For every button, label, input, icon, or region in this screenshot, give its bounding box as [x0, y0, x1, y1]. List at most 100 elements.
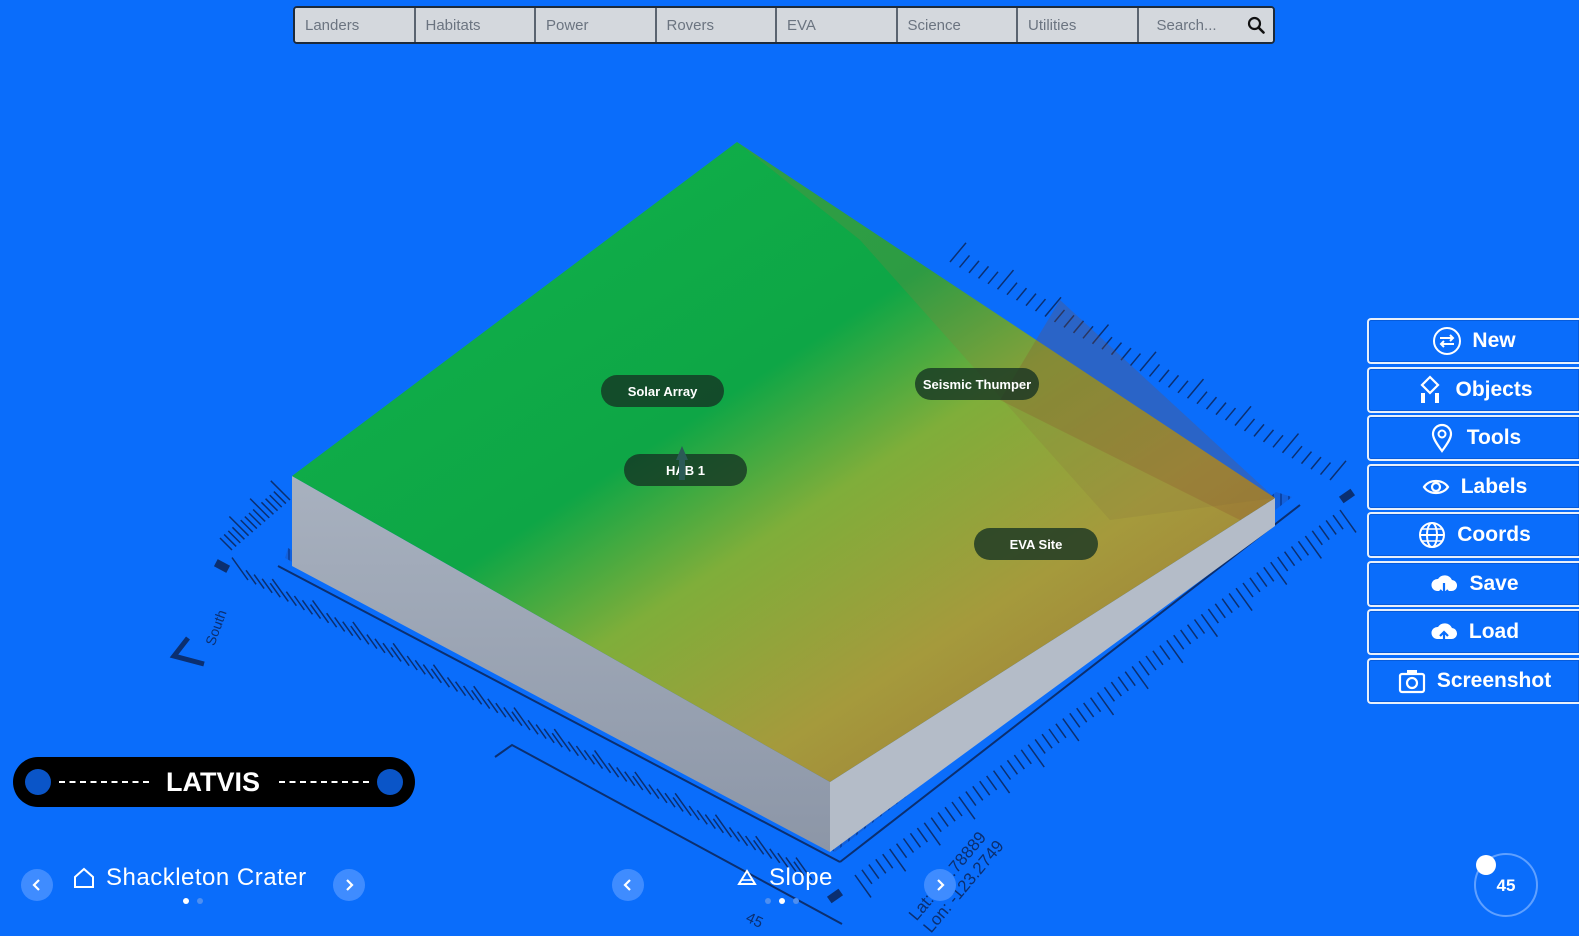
ruler-tick-east	[1318, 525, 1330, 541]
menu-rovers[interactable]: Rovers	[656, 8, 777, 42]
zoom-dial-handle[interactable]	[1476, 855, 1496, 875]
compass: South	[168, 608, 238, 683]
ruler-tick-east	[1076, 707, 1088, 723]
ruler-tick-south	[527, 719, 539, 735]
ruler-tick-south	[285, 591, 297, 607]
ruler-tick-east	[916, 827, 928, 843]
ruler-tick-east	[1228, 592, 1240, 608]
menu-power[interactable]: Power	[536, 8, 657, 42]
location-next-button[interactable]	[333, 869, 365, 901]
ruler-tick-south	[672, 796, 684, 812]
layer-prev-button[interactable]	[612, 869, 644, 901]
ruler-tick-east	[861, 869, 873, 885]
ruler-tick-south	[414, 659, 426, 675]
ruler-tick-east	[951, 801, 963, 817]
objects-button[interactable]: Objects	[1367, 366, 1579, 413]
tools-button[interactable]: Tools	[1367, 415, 1579, 461]
ruler-tick-south	[712, 818, 724, 834]
ruler-tick-south	[334, 616, 346, 632]
ruler-tick-south	[696, 809, 708, 825]
objects-label: Objects	[1455, 377, 1533, 401]
new-button[interactable]: New	[1367, 318, 1579, 364]
ruler-tick-east	[1249, 577, 1261, 593]
ruler-tick-south	[769, 848, 781, 864]
layer-dot-1[interactable]	[765, 898, 771, 904]
ruler-tick-south	[744, 835, 757, 851]
ruler-tick-east	[1083, 702, 1095, 718]
ruler-tick-south	[454, 681, 467, 697]
ruler-tick-south	[616, 766, 628, 782]
screenshot-button[interactable]: Screenshot	[1367, 657, 1579, 704]
layer-next-button[interactable]	[924, 869, 956, 901]
slope-icon	[737, 869, 757, 885]
location-dot-2[interactable]	[197, 898, 203, 904]
menu-landers[interactable]: Landers	[295, 8, 416, 42]
ruler-tick-east	[1006, 759, 1019, 775]
map-label-eva-site[interactable]: EVA Site	[974, 528, 1098, 560]
ruler-tick-east	[1180, 629, 1192, 645]
ruler-tick-east	[1034, 738, 1046, 754]
load-label: Load	[1468, 620, 1520, 643]
side-panel: New Objects Tools Labels Coords Save Loa…	[1367, 318, 1579, 706]
ruler-tick-north	[1215, 402, 1227, 416]
ruler-tick-east	[875, 858, 887, 874]
location-name: Shackleton Crater	[106, 864, 307, 891]
objects-icon	[1420, 374, 1441, 403]
search-icon[interactable]	[1247, 16, 1265, 34]
location-prev-button[interactable]	[21, 869, 53, 901]
ruler-tick-north	[1025, 293, 1037, 307]
ruler-tick-north	[977, 265, 990, 279]
ruler-tick-south	[269, 582, 281, 598]
compass-arrow-icon	[169, 636, 205, 667]
ruler-tick-north	[1177, 380, 1189, 394]
map-label-solar-array[interactable]: Solar Array	[601, 375, 724, 407]
ruler-tick-east	[1020, 749, 1032, 765]
swap-icon	[1433, 327, 1462, 355]
ruler-tick-east	[1332, 514, 1344, 530]
ruler-tick-east	[979, 780, 991, 796]
layer-dot-3[interactable]	[793, 898, 799, 904]
search-input[interactable]	[1156, 16, 1247, 34]
tools-label: Tools	[1466, 426, 1522, 449]
menu-eva[interactable]: EVA	[777, 8, 898, 42]
ruler-tick-south	[422, 664, 434, 680]
menu-science[interactable]: Science	[897, 8, 1018, 42]
ruler-tick-north	[987, 271, 999, 285]
logo-dot-left	[25, 769, 51, 795]
load-button[interactable]: Load	[1367, 609, 1579, 655]
habitat-marker-icon[interactable]	[674, 446, 690, 484]
ruler-tick-east	[1138, 660, 1150, 676]
menu-utilities[interactable]: Utilities	[1018, 8, 1139, 42]
ruler-tick-north	[1015, 287, 1028, 301]
ruler-tick-north	[1167, 374, 1180, 388]
ruler-tick-east	[909, 832, 922, 848]
ruler-tick-south	[301, 599, 314, 615]
chevron-right-icon	[937, 879, 945, 891]
location-dot-1[interactable]	[183, 898, 189, 904]
ruler-tick-east	[895, 843, 908, 859]
ruler-tick-south	[366, 634, 378, 650]
ruler-tick-south	[664, 792, 676, 808]
ruler-tick-south	[567, 741, 579, 757]
save-button[interactable]: Save	[1367, 560, 1579, 607]
layer-dot-2[interactable]	[779, 898, 785, 904]
ruler-tick-east	[944, 806, 956, 822]
ruler-tick-south	[342, 621, 354, 637]
labels-button[interactable]: Labels	[1367, 463, 1579, 510]
ruler-tick-south	[736, 831, 749, 847]
ruler-tick-south	[648, 784, 660, 800]
ruler-tick-south	[382, 642, 394, 658]
ruler-tick-east	[1089, 697, 1102, 713]
logo-dash-left	[59, 781, 149, 783]
ruler-tick-south	[495, 702, 507, 718]
ruler-tick-east	[882, 853, 894, 869]
ruler-tick-south	[390, 646, 402, 662]
ruler-tick-east	[1297, 540, 1310, 556]
coords-button[interactable]: Coords	[1367, 512, 1579, 558]
map-label-seismic-thumper[interactable]: Seismic Thumper	[915, 368, 1039, 400]
ruler-tick-south	[487, 698, 499, 714]
ruler-tick-north	[1139, 351, 1157, 372]
ruler-tick-south	[575, 745, 588, 761]
ruler-tick-north	[1196, 391, 1208, 405]
menu-habitats[interactable]: Habitats	[415, 8, 536, 42]
